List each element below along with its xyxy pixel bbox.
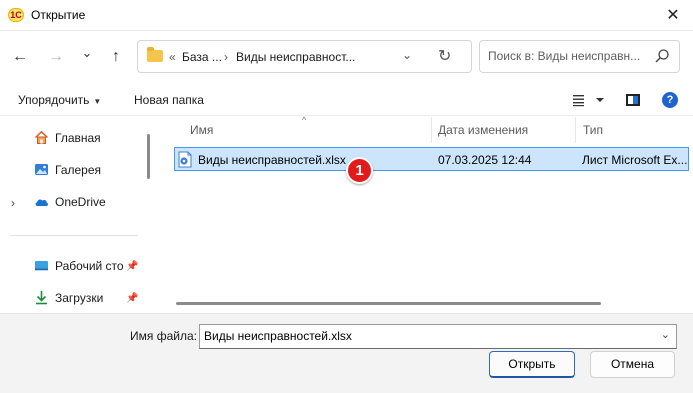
address-dropdown-icon[interactable]: ⌄	[402, 48, 412, 62]
file-list-pane: ^ Имя Дата изменения Тип Виды неисправно…	[161, 115, 693, 313]
address-bar[interactable]: « База ... › Виды неисправност... ⌄ ↻	[137, 40, 472, 73]
sidebar-divider	[10, 235, 138, 236]
column-header-date[interactable]: Дата изменения	[432, 117, 575, 143]
filename-label: Имя файла:	[130, 329, 197, 343]
sidebar-item-label: OneDrive	[55, 195, 106, 209]
organize-button[interactable]: Упорядочить ▼	[18, 93, 101, 107]
help-icon[interactable]: ?	[662, 92, 678, 108]
pin-icon: 📌	[126, 293, 139, 304]
new-folder-button[interactable]: Новая папка	[134, 93, 204, 107]
file-name: Виды неисправностей.xlsx	[198, 153, 346, 167]
column-header-label: Дата изменения	[438, 123, 529, 137]
step-badge-1: 1	[346, 157, 373, 184]
sidebar-item-label: Рабочий сто	[55, 259, 124, 273]
preview-pane-icon[interactable]	[626, 94, 640, 106]
up-button[interactable]: ↑	[104, 45, 128, 69]
column-header-label: Имя	[190, 123, 214, 137]
filename-combobox[interactable]: ⌄	[199, 324, 677, 349]
search-box[interactable]	[479, 40, 680, 73]
breadcrumb-separator[interactable]: ›	[224, 50, 228, 64]
sidebar-item-gallery[interactable]: Галерея	[34, 159, 149, 181]
organize-dropdown-icon: ▼	[93, 97, 102, 106]
breadcrumb-current[interactable]: Виды неисправност...	[236, 50, 355, 64]
gallery-icon	[35, 164, 48, 175]
organize-label: Упорядочить	[18, 93, 90, 107]
download-icon	[36, 291, 47, 305]
desktop-icon	[35, 261, 48, 271]
title-bar: 1С Открытие ✕	[0, 0, 693, 31]
forward-button[interactable]: →	[44, 45, 68, 69]
window-title: Открытие	[31, 8, 86, 22]
command-toolbar: Упорядочить ▼ Новая папка ?	[0, 84, 693, 116]
onedrive-expand-icon[interactable]: ›	[11, 196, 15, 210]
cloud-icon	[35, 199, 48, 206]
sidebar-item-label: Галерея	[55, 163, 102, 177]
file-modified: 07.03.2025 12:44	[438, 153, 532, 167]
horizontal-scrollbar[interactable]	[176, 302, 601, 305]
sidebar-scrollbar[interactable]	[147, 134, 150, 179]
search-icon[interactable]	[654, 48, 670, 64]
sidebar-item-label: Загрузки	[55, 291, 104, 305]
column-header-label: Тип	[583, 123, 604, 137]
view-options-icon[interactable]	[572, 92, 604, 108]
home-icon	[34, 130, 49, 144]
app-logo-icon: 1С	[8, 8, 24, 22]
sidebar-item-onedrive[interactable]: OneDrive	[34, 191, 149, 213]
column-header-type[interactable]: Тип	[576, 117, 693, 143]
breadcrumb-base[interactable]: База ...	[182, 50, 222, 64]
cancel-button[interactable]: Отмена	[590, 351, 675, 378]
back-button[interactable]: ←	[8, 45, 32, 69]
sidebar-item-home[interactable]: Главная	[34, 127, 149, 149]
spreadsheet-file-icon	[178, 151, 192, 168]
folder-icon	[147, 47, 163, 62]
open-button[interactable]: Открыть	[489, 351, 575, 378]
close-button[interactable]: ✕	[653, 0, 693, 31]
search-input[interactable]	[488, 49, 648, 63]
file-type: Лист Microsoft Ex...	[582, 153, 688, 167]
pin-icon: 📌	[126, 261, 139, 272]
file-row[interactable]: Виды неисправностей.xlsx 07.03.2025 12:4…	[174, 147, 689, 171]
filename-dropdown-icon[interactable]: ⌄	[661, 328, 670, 341]
column-header-name[interactable]: Имя	[161, 117, 431, 143]
address-overflow[interactable]: «	[169, 50, 176, 64]
recent-locations-button[interactable]: ⌄	[75, 41, 99, 65]
dialog-footer: Имя файла: ⌄ Открыть Отмена	[0, 313, 693, 393]
sidebar-item-label: Главная	[55, 131, 101, 145]
filename-input[interactable]	[204, 329, 644, 343]
navigation-pane: Главная Галерея › OneDrive Рабочий сто 📌…	[0, 117, 161, 313]
navigation-bar: ← → ⌄ ↑ « База ... › Виды неисправност..…	[0, 31, 693, 83]
refresh-icon[interactable]: ↻	[438, 46, 451, 66]
